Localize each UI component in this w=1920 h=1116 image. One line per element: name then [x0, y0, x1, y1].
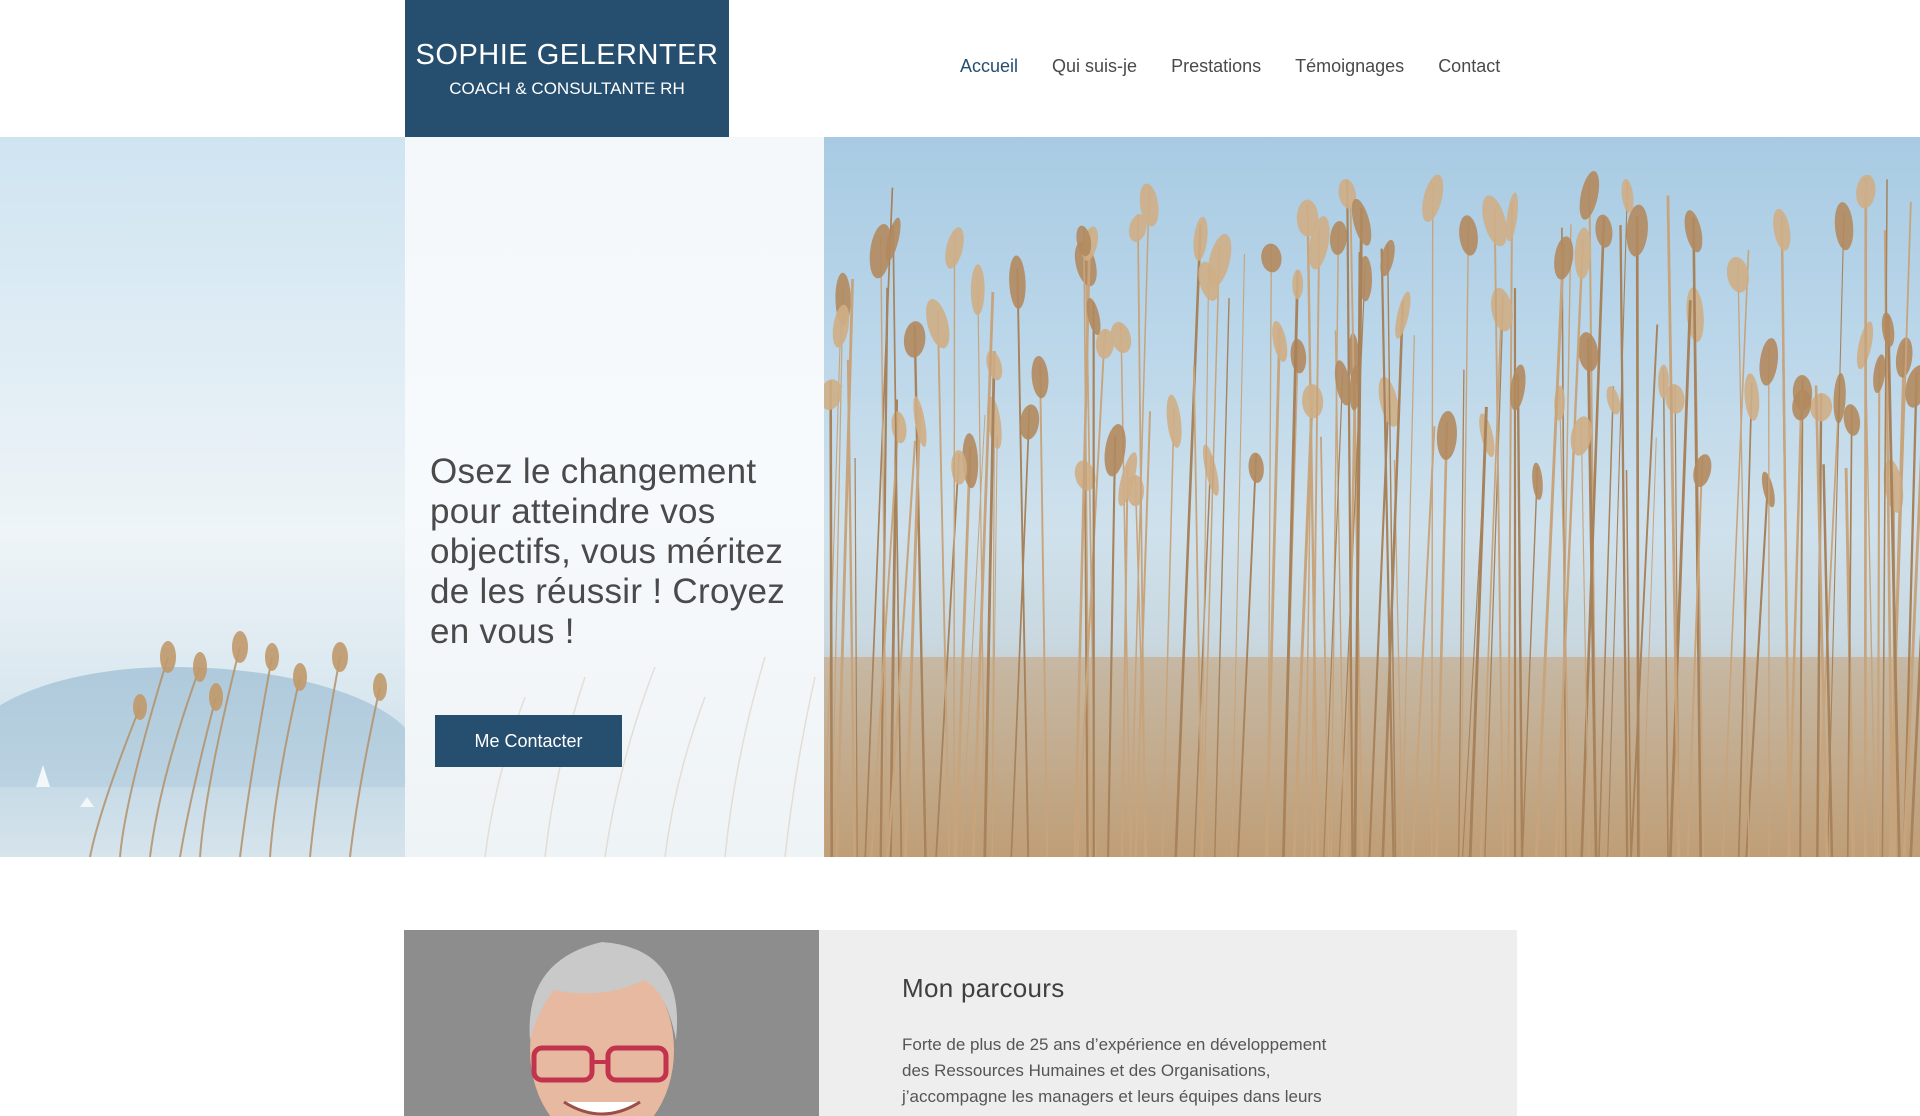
about-body: Forte de plus de 25 ans d’expérience en … [902, 1035, 1327, 1116]
about-section: Mon parcours Forte de plus de 25 ans d’e… [404, 930, 1517, 1116]
hero-section: Osez le changement pour atteindre vos ob… [0, 137, 1920, 857]
hero-reeds-image [824, 137, 1920, 857]
contact-cta-button[interactable]: Me Contacter [435, 715, 622, 767]
nav-item-temoignages[interactable]: Témoignages [1278, 52, 1421, 80]
nav-item-contact[interactable]: Contact [1421, 52, 1517, 80]
hero-lake-image [0, 137, 420, 857]
site-logo[interactable]: SOPHIE GELERNTER COACH & CONSULTANTE RH [405, 0, 729, 137]
logo-tagline: COACH & CONSULTANTE RH [449, 78, 685, 98]
portrait-illustration [529, 942, 678, 1116]
logo-name: SOPHIE GELERNTER [415, 38, 719, 71]
hero-left-reeds [89, 631, 387, 857]
nav-item-accueil[interactable]: Accueil [943, 52, 1035, 80]
main-nav: Accueil Qui suis-je Prestations Témoigna… [943, 52, 1517, 80]
hero-headline: Osez le changement pour atteindre vos ob… [430, 452, 786, 651]
nav-item-qui-suis-je[interactable]: Qui suis-je [1035, 52, 1154, 80]
hero-reed-field [824, 171, 1920, 857]
about-text-panel: Mon parcours Forte de plus de 25 ans d’e… [819, 930, 1517, 1116]
about-title: Mon parcours [902, 973, 1065, 1003]
nav-item-prestations[interactable]: Prestations [1154, 52, 1278, 80]
site-header: SOPHIE GELERNTER COACH & CONSULTANTE RH … [0, 0, 1920, 137]
portrait-photo [404, 930, 819, 1116]
